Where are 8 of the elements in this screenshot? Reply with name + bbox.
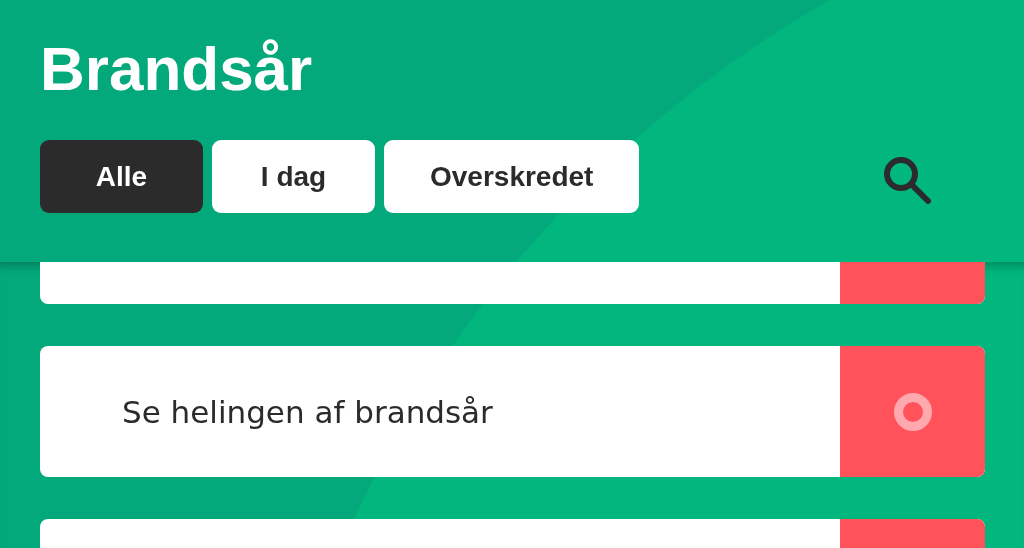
filter-tab[interactable]: Alle [40, 140, 203, 213]
page-title: Brandsår [40, 34, 314, 104]
filter-tab[interactable]: I dag [212, 140, 375, 213]
task-card[interactable]: Se helingen af brandsår [40, 346, 985, 477]
status-panel[interactable] [840, 346, 985, 477]
filter-tab[interactable]: Overskredet [384, 140, 640, 213]
task-text: Se helingen af brandsår [122, 393, 493, 430]
ring-icon [893, 392, 932, 431]
